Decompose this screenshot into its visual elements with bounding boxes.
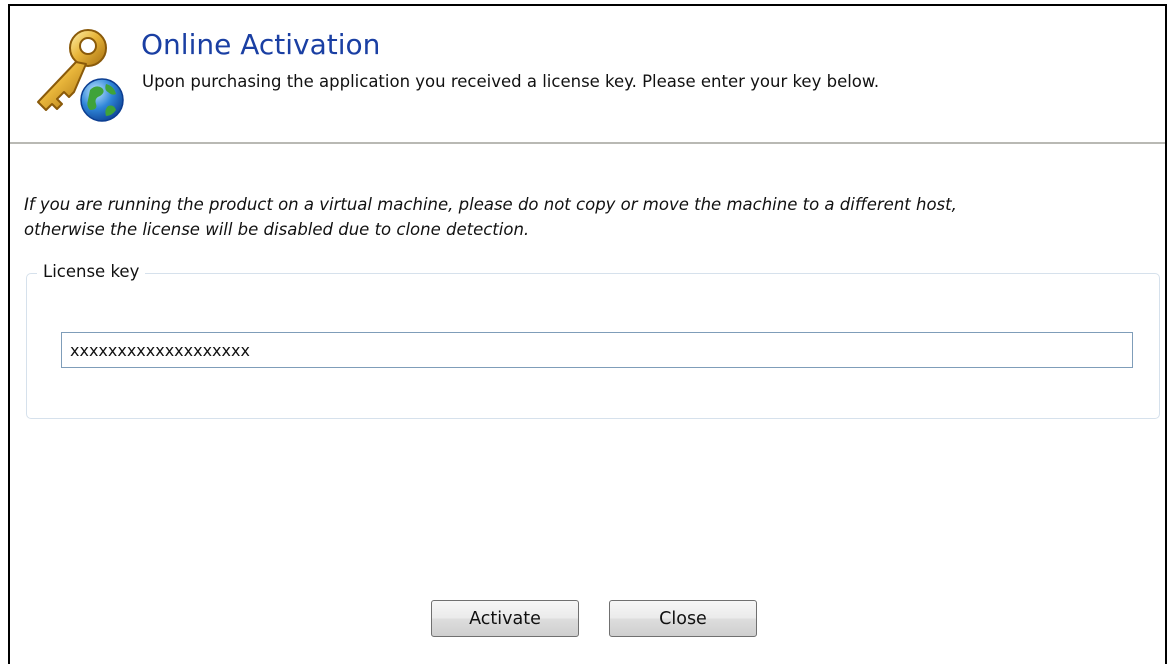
page-title: Online Activation xyxy=(141,28,381,61)
license-key-group: License key xyxy=(26,262,1160,419)
key-globe-icon xyxy=(24,24,128,124)
clone-detection-notice: If you are running the product on a virt… xyxy=(24,192,1144,242)
close-button[interactable]: Close xyxy=(609,600,757,637)
license-key-input[interactable] xyxy=(61,332,1133,368)
dialog-window: Online Activation Upon purchasing the ap… xyxy=(8,4,1167,664)
notice-line-2: otherwise the license will be disabled d… xyxy=(24,220,530,239)
dialog-header: Online Activation Upon purchasing the ap… xyxy=(10,6,1165,142)
license-key-label: License key xyxy=(37,262,146,281)
page-subtitle: Upon purchasing the application you rece… xyxy=(142,72,880,91)
notice-line-1: If you are running the product on a virt… xyxy=(24,195,957,214)
activate-button[interactable]: Activate xyxy=(431,600,579,637)
header-divider xyxy=(10,142,1165,144)
